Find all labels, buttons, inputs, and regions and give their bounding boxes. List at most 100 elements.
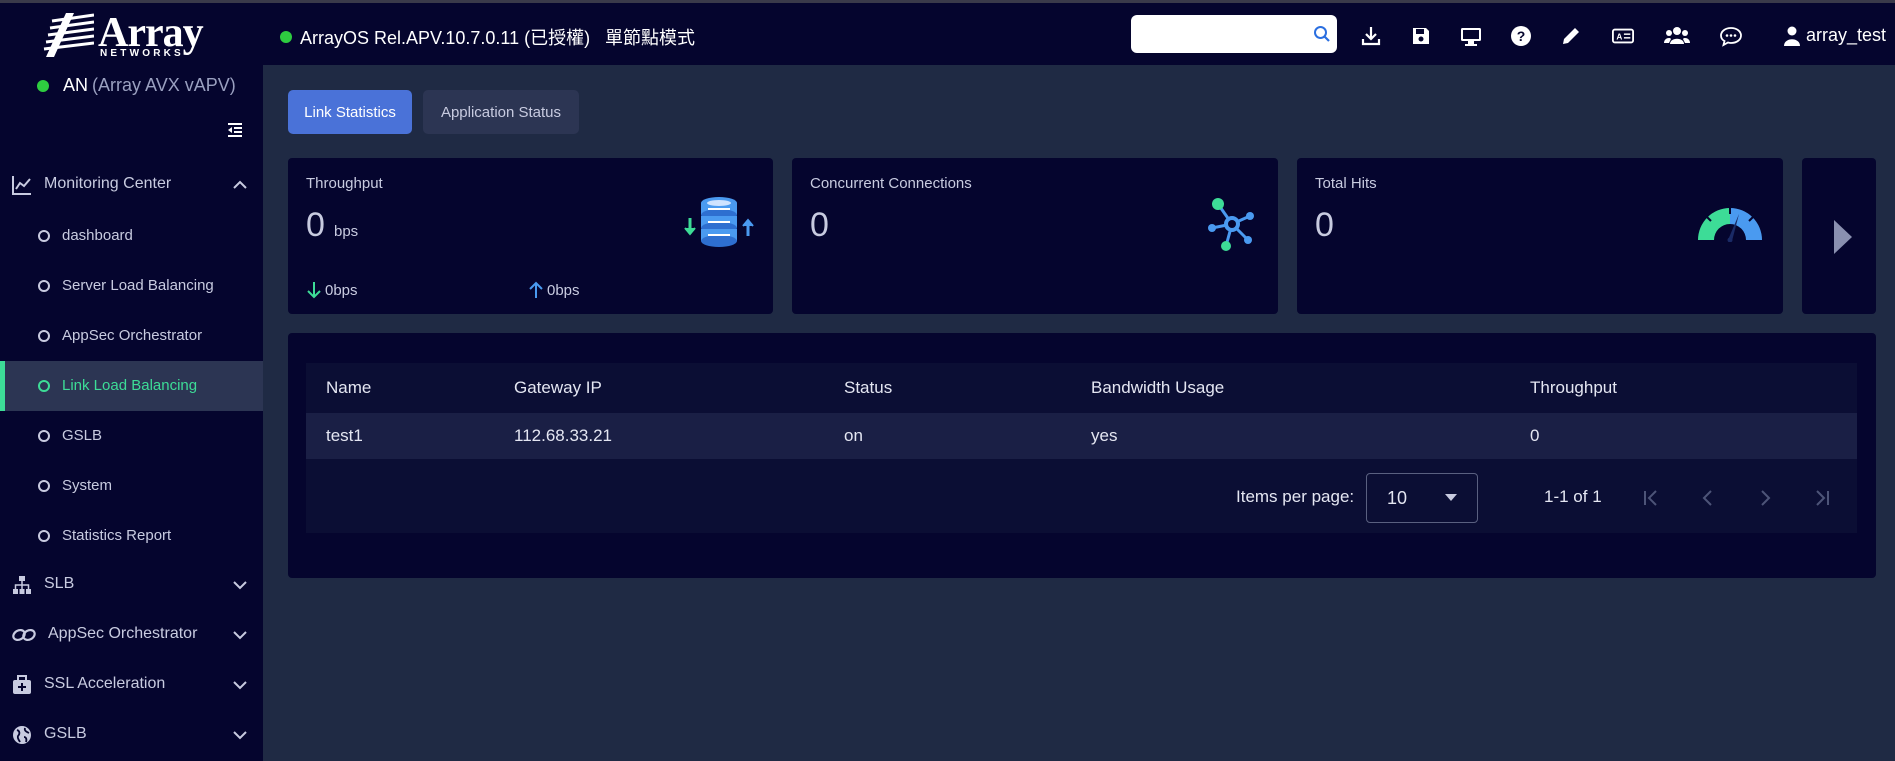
search-box xyxy=(1131,15,1337,53)
collapse-sidebar-icon[interactable] xyxy=(226,121,244,139)
chart-line-icon xyxy=(12,176,31,195)
chevron-down-icon xyxy=(233,631,247,640)
version-text: ArrayOS Rel.APV.10.7.0.11 (已授權) xyxy=(300,28,591,48)
users-icon[interactable] xyxy=(1664,25,1690,47)
sidebar-item-link-load-balancing[interactable]: Link Load Balancing xyxy=(0,361,263,411)
card-value: 0 xyxy=(306,206,325,244)
table-row[interactable]: test1 112.68.33.21 on yes 0 xyxy=(306,413,1857,459)
sidebar-item-statistics-report[interactable]: Statistics Report xyxy=(0,511,263,561)
next-page-icon[interactable] xyxy=(1754,487,1776,509)
section-monitoring-center[interactable]: Monitoring Center xyxy=(0,161,263,209)
next-card-button[interactable] xyxy=(1802,158,1876,314)
section-gslb[interactable]: GSLB xyxy=(0,711,263,759)
items-per-page-value: 10 xyxy=(1387,488,1408,508)
section-label: SLB xyxy=(44,575,75,592)
medkit-icon xyxy=(13,675,31,694)
sidebar-item-label: System xyxy=(62,477,113,494)
paginator: Items per page: 10 1-1 of 1 xyxy=(306,459,1857,533)
column-header-throughput[interactable]: Throughput xyxy=(1530,378,1617,398)
card-title: Concurrent Connections xyxy=(810,175,972,192)
array-networks-logo[interactable]: Array NETWORKS xyxy=(42,10,222,61)
total-hits-card: Total Hits 0 xyxy=(1297,158,1783,314)
last-page-icon[interactable] xyxy=(1811,487,1833,509)
concurrent-connections-card: Concurrent Connections 0 xyxy=(792,158,1278,314)
status-dot xyxy=(280,31,292,43)
previous-page-icon[interactable] xyxy=(1697,487,1719,509)
sidebar-item-dashboard[interactable]: dashboard xyxy=(0,211,263,261)
upload-rate: 0bps xyxy=(528,281,580,299)
chevron-down-icon xyxy=(233,681,247,690)
column-header-status[interactable]: Status xyxy=(844,378,892,398)
caret-down-icon xyxy=(1445,494,1457,501)
table-header: Name Gateway IP Status Bandwidth Usage T… xyxy=(306,363,1857,413)
section-ssl-acceleration[interactable]: SSL Acceleration xyxy=(0,661,263,709)
card-unit: bps xyxy=(334,223,359,240)
tab-bar: Link Statistics Application Status xyxy=(288,90,579,134)
throughput-card: Throughput 0 bps 0bps 0bps xyxy=(288,158,773,314)
chevron-down-icon xyxy=(233,581,247,590)
cell-name: test1 xyxy=(326,426,363,445)
circle-icon xyxy=(38,230,50,242)
database-icon xyxy=(684,197,754,247)
sidebar-item-label: Server Load Balancing xyxy=(62,277,214,294)
link-icon xyxy=(12,628,36,642)
gauge-icon xyxy=(1698,208,1762,242)
device-status: AN (Array AVX vAPV) xyxy=(37,75,236,96)
id-card-icon[interactable]: A xyxy=(1612,25,1634,47)
sidebar-item-gslb[interactable]: GSLB xyxy=(0,411,263,461)
first-page-icon[interactable] xyxy=(1640,487,1662,509)
tab-link-statistics[interactable]: Link Statistics xyxy=(288,90,412,134)
cell-bandwidth-usage: yes xyxy=(1091,426,1118,445)
sidebar-item-label: Link Load Balancing xyxy=(62,377,198,394)
column-header-gateway-ip[interactable]: Gateway IP xyxy=(514,378,602,398)
cell-gateway-ip: 112.68.33.21 xyxy=(514,426,612,445)
card-title: Total Hits xyxy=(1315,175,1377,192)
circle-icon xyxy=(38,280,50,292)
help-icon[interactable]: ? xyxy=(1510,25,1532,47)
arrow-up-icon xyxy=(529,281,543,298)
tab-application-status[interactable]: Application Status xyxy=(423,90,579,134)
download-icon[interactable] xyxy=(1360,25,1382,47)
search-icon[interactable] xyxy=(1313,25,1331,43)
download-rate-value: 0bps xyxy=(325,281,358,299)
items-per-page-select[interactable]: 10 xyxy=(1366,473,1478,523)
card-title: Throughput xyxy=(306,175,383,192)
sitemap-icon xyxy=(13,576,31,594)
system-version: ArrayOS Rel.APV.10.7.0.11 (已授權) xyxy=(280,24,590,50)
chevron-up-icon xyxy=(233,180,247,189)
section-label: Monitoring Center xyxy=(44,175,172,192)
pen-icon[interactable] xyxy=(1560,25,1582,47)
cell-throughput: 0 xyxy=(1530,426,1540,445)
column-header-bandwidth-usage[interactable]: Bandwidth Usage xyxy=(1091,378,1224,398)
globe-icon xyxy=(13,726,31,744)
items-per-page-label: Items per page: xyxy=(1236,487,1355,506)
sidebar-item-label: dashboard xyxy=(62,227,133,244)
logo-mark-icon xyxy=(43,13,94,57)
svg-text:A: A xyxy=(1616,33,1622,42)
node-mode: 單節點模式 xyxy=(605,28,695,48)
search-input[interactable] xyxy=(1131,15,1301,51)
link-table-panel: Name Gateway IP Status Bandwidth Usage T… xyxy=(288,333,1876,578)
user-icon xyxy=(1784,26,1800,46)
network-hub-icon xyxy=(1208,198,1254,251)
user-menu[interactable]: array_test xyxy=(1784,25,1886,46)
card-value: 0 xyxy=(810,206,829,244)
section-label: AppSec Orchestrator xyxy=(48,625,198,642)
sidebar-item-label: GSLB xyxy=(62,427,103,444)
column-header-name[interactable]: Name xyxy=(326,378,371,398)
save-icon[interactable] xyxy=(1410,25,1432,47)
sidebar-item-system[interactable]: System xyxy=(0,461,263,511)
circle-icon xyxy=(38,430,50,442)
device-status-dot xyxy=(37,79,49,92)
chat-icon[interactable] xyxy=(1720,25,1742,47)
top-bar: Array NETWORKS ArrayOS Rel.APV.10.7.0.11… xyxy=(0,0,1895,65)
logo-subtitle: NETWORKS xyxy=(100,48,184,59)
section-appsec-orchestrator[interactable]: AppSec Orchestrator xyxy=(0,611,263,659)
sidebar-item-server-load-balancing[interactable]: Server Load Balancing xyxy=(0,261,263,311)
circle-icon xyxy=(38,480,50,492)
chevron-down-icon xyxy=(233,731,247,740)
monitor-icon[interactable] xyxy=(1460,25,1482,47)
section-slb[interactable]: SLB xyxy=(0,561,263,609)
sidebar-item-appsec-orchestrator[interactable]: AppSec Orchestrator xyxy=(0,311,263,361)
section-label: GSLB xyxy=(44,725,87,742)
